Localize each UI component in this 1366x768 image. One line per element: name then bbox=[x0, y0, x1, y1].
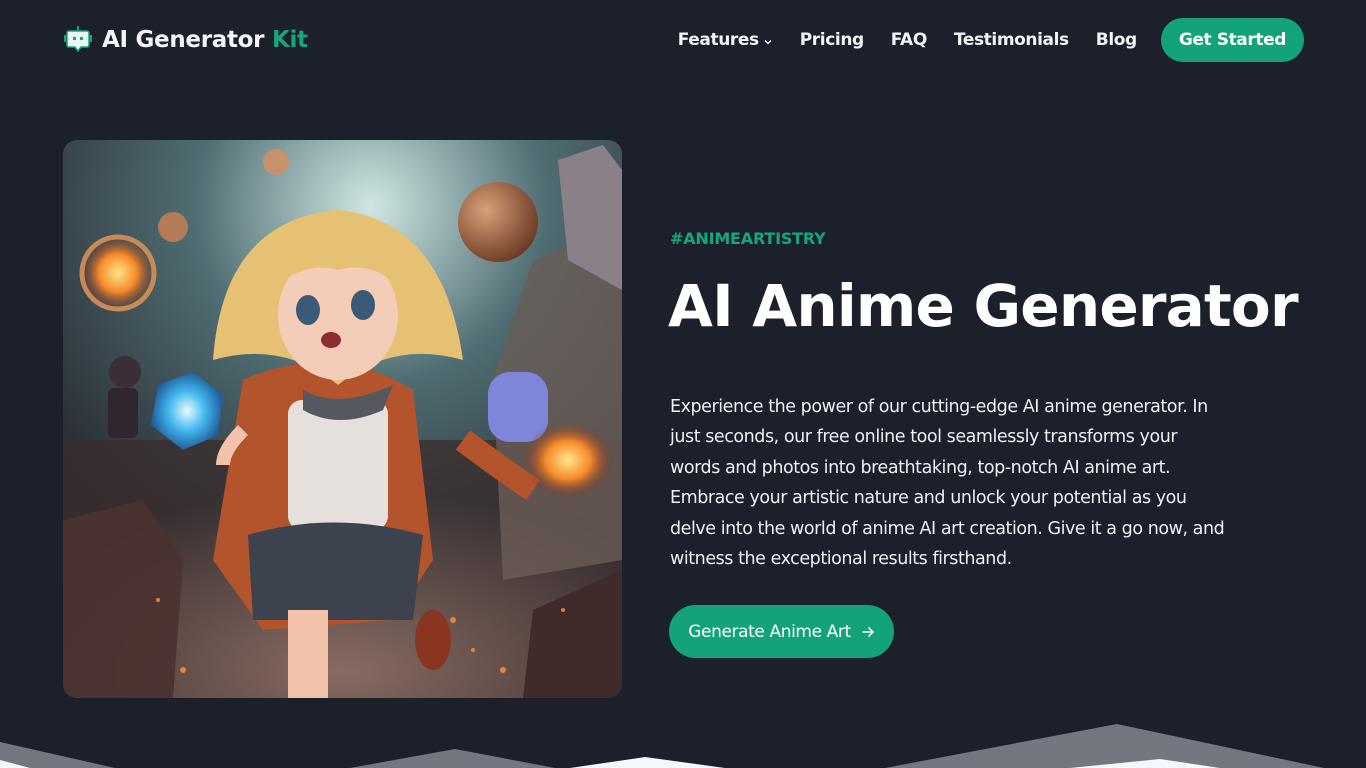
arrow-right-icon bbox=[862, 626, 874, 637]
page-title: AI Anime Generator bbox=[668, 272, 1299, 340]
robot-chat-icon bbox=[64, 26, 92, 53]
nav-item-testimonials[interactable]: Testimonials bbox=[954, 30, 1069, 50]
hero-description: Experience the power of our cutting-edge… bbox=[670, 397, 1225, 570]
brand-name-main: AI Generator bbox=[102, 27, 265, 53]
main-menu: Features Pricing FAQ Testimonials Blog G… bbox=[678, 18, 1304, 62]
hero-tag: #ANIMEARTISTRY bbox=[670, 229, 826, 248]
get-started-button[interactable]: Get Started bbox=[1160, 18, 1304, 62]
mountain-back bbox=[0, 742, 115, 768]
mountain-back bbox=[885, 724, 1324, 768]
nav-item-faq[interactable]: FAQ bbox=[891, 30, 927, 50]
generate-button-label: Generate Anime Art bbox=[688, 621, 851, 642]
brand-name: AI Generator Kit bbox=[102, 27, 308, 53]
mountain-front bbox=[570, 757, 725, 768]
nav-item-label: Features bbox=[677, 30, 759, 50]
nav-item-blog[interactable]: Blog bbox=[1096, 30, 1137, 50]
hero-image bbox=[63, 140, 622, 698]
brand-name-accent: Kit bbox=[271, 27, 308, 53]
nav-item-features[interactable]: Features bbox=[678, 30, 773, 50]
top-navigation: AI Generator Kit Features Pricing FAQ Te… bbox=[0, 0, 1366, 80]
nav-item-pricing[interactable]: Pricing bbox=[800, 30, 864, 50]
mountain-back bbox=[350, 749, 555, 768]
brand-logo[interactable]: AI Generator Kit bbox=[62, 24, 308, 56]
generate-anime-art-button[interactable]: Generate Anime Art bbox=[669, 605, 894, 658]
mountain-divider bbox=[0, 724, 1324, 768]
chevron-down-icon bbox=[764, 39, 772, 44]
